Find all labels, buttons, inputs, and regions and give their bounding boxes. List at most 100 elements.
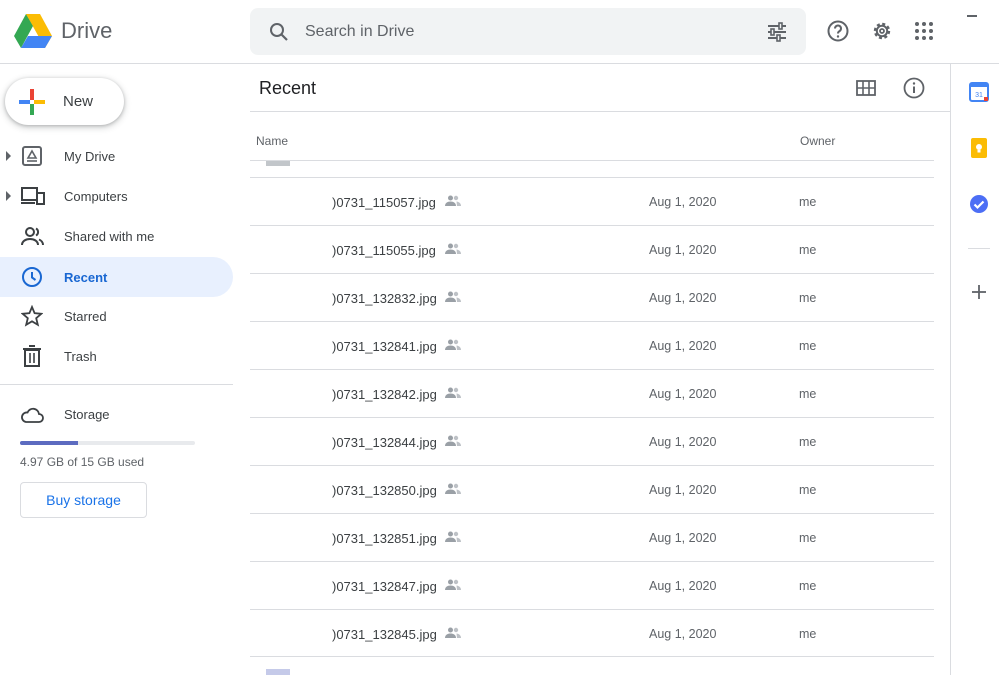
shared-icon xyxy=(445,435,461,446)
sidebar: New My Drive Computers Shared with me Re… xyxy=(0,64,250,675)
add-icon[interactable] xyxy=(970,283,988,301)
file-name[interactable]: )0731_132851.jpg xyxy=(332,531,437,546)
table-row[interactable]: )0731_132842.jpg Aug 1, 2020 me xyxy=(250,369,934,417)
shared-with-me-icon xyxy=(21,227,44,246)
new-button[interactable]: New xyxy=(5,78,124,125)
file-list: )0731_115057.jpg Aug 1, 2020 me )0731_11505… xyxy=(250,177,934,657)
calendar-icon[interactable]: 31 xyxy=(969,82,989,102)
owner-cell: me xyxy=(799,531,817,545)
file-name[interactable]: )0731_132841.jpg xyxy=(332,339,437,354)
sidebar-item-label: Trash xyxy=(64,349,97,364)
account-avatar[interactable] xyxy=(967,15,977,17)
sidebar-item-shared-with-me[interactable]: Shared with me xyxy=(0,216,233,256)
owner-cell: me xyxy=(799,291,817,305)
search-input[interactable] xyxy=(305,20,745,44)
sidebar-item-recent[interactable]: Recent xyxy=(0,257,233,297)
shared-icon xyxy=(445,291,461,302)
shared-icon xyxy=(445,483,461,494)
star-icon xyxy=(21,305,43,327)
owner-cell: me xyxy=(799,435,817,449)
file-name[interactable]: )0731_132845.jpg xyxy=(332,627,437,642)
shared-icon xyxy=(445,243,461,254)
table-row[interactable]: )0731_132841.jpg Aug 1, 2020 me xyxy=(250,321,934,369)
grid-view-icon[interactable] xyxy=(855,77,877,99)
plus-icon xyxy=(19,89,45,115)
table-row[interactable]: )0731_132845.jpg Aug 1, 2020 me xyxy=(250,609,934,657)
apps-icon[interactable] xyxy=(912,19,936,43)
storage-progress-bar xyxy=(20,441,195,445)
calendar-day: 31 xyxy=(975,92,983,99)
file-name[interactable]: )0731_132832.jpg xyxy=(332,291,437,306)
table-row[interactable]: )0731_132847.jpg Aug 1, 2020 me xyxy=(250,561,934,609)
owner-cell: me xyxy=(799,579,817,593)
last-opened-date: Aug 1, 2020 xyxy=(649,339,717,353)
side-panel: 31 xyxy=(950,64,999,675)
top-header: Drive xyxy=(0,0,999,64)
expand-arrow-icon[interactable] xyxy=(6,151,11,161)
buy-storage-button[interactable]: Buy storage xyxy=(20,482,147,518)
computers-icon xyxy=(21,187,45,205)
tasks-icon[interactable] xyxy=(969,194,989,214)
storage-progress-fill xyxy=(20,441,78,445)
last-opened-date: Aug 1, 2020 xyxy=(649,195,717,209)
sidebar-item-computers[interactable]: Computers xyxy=(0,176,233,216)
sidebar-item-label: Starred xyxy=(64,309,107,324)
sidebar-item-label: Recent xyxy=(64,270,108,285)
table-row[interactable]: )0731_132844.jpg Aug 1, 2020 me xyxy=(250,417,934,465)
shared-icon xyxy=(445,627,461,638)
shared-icon xyxy=(445,579,461,590)
owner-cell: me xyxy=(799,483,817,497)
sidebar-divider xyxy=(0,384,233,385)
file-thumbnail[interactable] xyxy=(266,669,290,675)
expand-arrow-icon[interactable] xyxy=(6,191,11,201)
help-icon[interactable] xyxy=(826,19,850,43)
file-name[interactable]: )0731_115057.jpg xyxy=(332,195,436,210)
owner-cell: me xyxy=(799,339,817,353)
file-name[interactable]: )0731_132844.jpg xyxy=(332,435,437,450)
my-drive-icon xyxy=(22,146,42,166)
storage-label[interactable]: Storage xyxy=(64,407,110,422)
table-row[interactable]: )0731_132832.jpg Aug 1, 2020 me xyxy=(250,273,934,321)
last-opened-date: Aug 1, 2020 xyxy=(649,387,717,401)
brand-name: Drive xyxy=(61,18,113,43)
table-row[interactable]: )0731_115055.jpg Aug 1, 2020 me xyxy=(250,225,934,273)
drive-logo-icon[interactable] xyxy=(14,14,52,48)
table-row[interactable]: )0731_115057.jpg Aug 1, 2020 me xyxy=(250,177,934,225)
table-row[interactable]: )0731_132850.jpg Aug 1, 2020 me xyxy=(250,465,934,513)
file-name[interactable]: )0731_132847.jpg xyxy=(332,579,437,594)
file-thumbnail[interactable] xyxy=(266,161,290,166)
owner-cell: me xyxy=(799,627,817,641)
toolbar-divider xyxy=(250,111,950,112)
last-opened-date: Aug 1, 2020 xyxy=(649,579,717,593)
last-opened-date: Aug 1, 2020 xyxy=(649,531,717,545)
last-opened-date: Aug 1, 2020 xyxy=(649,291,717,305)
shared-icon xyxy=(445,195,461,206)
sidebar-item-label: My Drive xyxy=(64,149,116,164)
file-name[interactable]: )0731_132850.jpg xyxy=(332,483,437,498)
shared-icon xyxy=(445,531,461,542)
new-button-label: New xyxy=(63,93,94,110)
sidebar-item-label: Computers xyxy=(64,189,128,204)
page-title: Recent xyxy=(259,78,317,98)
shared-icon xyxy=(445,339,461,350)
search-bar[interactable] xyxy=(250,8,806,55)
info-icon[interactable] xyxy=(902,76,926,100)
last-opened-date: Aug 1, 2020 xyxy=(649,483,717,497)
table-row[interactable]: )0731_132851.jpg Aug 1, 2020 me xyxy=(250,513,934,561)
last-opened-date: Aug 1, 2020 xyxy=(649,627,717,641)
owner-cell: me xyxy=(799,387,817,401)
tune-icon[interactable] xyxy=(765,20,789,44)
sidebar-item-starred[interactable]: Starred xyxy=(0,296,233,336)
settings-icon[interactable] xyxy=(870,19,894,43)
column-header-owner[interactable]: Owner xyxy=(800,134,835,148)
keep-icon[interactable] xyxy=(969,138,989,158)
recent-icon xyxy=(22,267,42,287)
column-header-name[interactable]: Name xyxy=(256,134,288,148)
storage-used-text: 4.97 GB of 15 GB used xyxy=(20,455,145,469)
sidebar-item-my-drive[interactable]: My Drive xyxy=(0,136,233,176)
file-name[interactable]: )0731_132842.jpg xyxy=(332,387,437,402)
search-icon[interactable] xyxy=(267,20,291,44)
file-name[interactable]: )0731_115055.jpg xyxy=(332,243,436,258)
sidebar-item-trash[interactable]: Trash xyxy=(0,336,233,376)
trash-icon xyxy=(23,345,41,367)
